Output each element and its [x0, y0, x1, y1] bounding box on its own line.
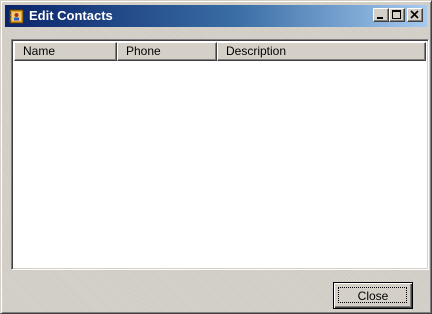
close-button-label: Close [357, 288, 389, 303]
close-window-button[interactable] [407, 8, 423, 22]
maximize-icon [392, 10, 401, 19]
minimize-button[interactable] [373, 8, 389, 22]
contacts-list-view[interactable]: Name Phone Description [11, 39, 429, 270]
minimize-icon [377, 17, 383, 19]
list-header: Name Phone Description [14, 42, 426, 61]
close-button[interactable]: Close [333, 282, 413, 309]
edit-contacts-window: Edit Contacts Name Phone Description Clo… [0, 0, 432, 314]
column-header-name[interactable]: Name [14, 42, 117, 61]
maximize-button[interactable] [389, 8, 405, 22]
close-icon [410, 10, 419, 19]
column-header-description[interactable]: Description [217, 42, 426, 61]
contacts-list-body[interactable] [14, 61, 426, 267]
title-bar[interactable]: Edit Contacts [5, 5, 427, 27]
window-title: Edit Contacts [29, 8, 113, 23]
address-book-icon [9, 8, 25, 24]
column-header-phone[interactable]: Phone [117, 42, 217, 61]
